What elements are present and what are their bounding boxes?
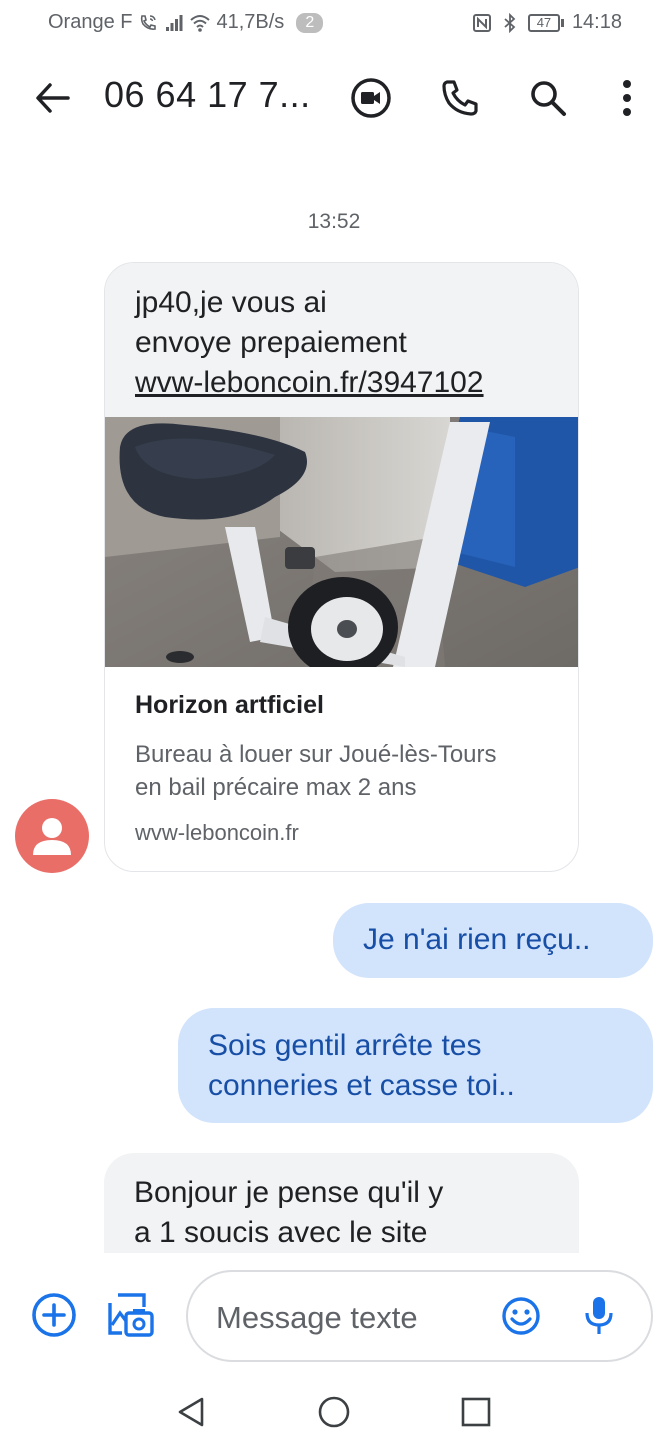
preview-desc-line: en bail précaire max 2 ans xyxy=(135,774,417,801)
contact-avatar[interactable] xyxy=(15,799,89,873)
message-line: Bonjour je pense qu'il y xyxy=(134,1176,444,1209)
message-line: conneries et casse toi.. xyxy=(208,1069,515,1102)
nav-recents-button[interactable] xyxy=(459,1395,493,1429)
wifi-icon xyxy=(190,14,211,32)
emoji-icon xyxy=(502,1297,540,1335)
app-bar: 06 64 17 7... xyxy=(0,46,668,146)
search-button[interactable] xyxy=(524,74,572,122)
nav-recents-icon xyxy=(461,1397,491,1427)
message-timestamp: 13:52 xyxy=(307,210,361,233)
message-line: envoye prepaiement xyxy=(135,326,407,359)
person-icon xyxy=(33,818,71,855)
network-speed: 41,7B/s xyxy=(216,11,285,33)
outgoing-message[interactable]: Sois gentil arrête tes conneries et cass… xyxy=(178,1008,653,1123)
back-button[interactable] xyxy=(30,76,74,120)
battery-icon: 47 xyxy=(527,13,564,32)
compose-bar: Message texte xyxy=(0,1253,668,1373)
add-circle-icon xyxy=(32,1293,76,1337)
add-attachment-button[interactable] xyxy=(30,1291,78,1339)
clock: 14:18 xyxy=(571,11,622,33)
message-input-placeholder: Message texte xyxy=(216,1300,418,1335)
nfc-icon xyxy=(472,13,491,32)
status-left: Orange F 41,7B/s 2 xyxy=(48,11,324,34)
phone-call-button[interactable] xyxy=(436,74,484,122)
wifi-calling-icon xyxy=(141,14,157,30)
carrier-name: Orange F xyxy=(48,11,133,33)
status-bar: Orange F 41,7B/s 2 47 14:18 xyxy=(0,0,668,46)
message-line: Sois gentil arrête tes xyxy=(208,1029,482,1062)
gallery-camera-button[interactable] xyxy=(106,1291,156,1341)
nav-home-icon xyxy=(318,1396,350,1428)
contact-title[interactable]: 06 64 17 7... xyxy=(104,74,311,116)
back-arrow-icon xyxy=(36,83,70,113)
signal-icon xyxy=(166,14,183,31)
notification-count-badge: 2 xyxy=(296,12,324,33)
message-line: jp40,je vous ai xyxy=(135,286,327,319)
video-call-button[interactable] xyxy=(347,74,395,122)
link-preview-description: Bureau à louer sur Joué-lès-Tours en bai… xyxy=(135,738,548,804)
message-line: a 1 soucis avec le site xyxy=(134,1216,428,1249)
more-options-button[interactable] xyxy=(603,74,651,122)
outgoing-message[interactable]: Je n'ai rien reçu.. xyxy=(333,903,653,978)
nav-back-button[interactable] xyxy=(174,1395,208,1429)
link-preview-image[interactable] xyxy=(105,417,579,667)
video-call-icon xyxy=(351,78,391,118)
link-preview-domain: wvw-leboncoin.fr xyxy=(135,820,299,845)
phone-icon xyxy=(442,80,478,116)
message-input[interactable]: Message texte xyxy=(186,1270,653,1362)
gallery-camera-icon xyxy=(108,1293,154,1337)
battery-level: 47 xyxy=(527,13,560,32)
message-link[interactable]: wvw-leboncoin.fr/3947102 xyxy=(135,363,548,403)
link-preview-title: Horizon artficiel xyxy=(135,691,324,719)
system-nav-bar xyxy=(0,1375,668,1447)
link-preview-body[interactable]: Horizon artficiel Bureau à louer sur Jou… xyxy=(105,667,578,846)
bluetooth-icon xyxy=(504,12,516,33)
nav-home-button[interactable] xyxy=(317,1395,351,1429)
incoming-message-with-link-preview[interactable]: jp40,je vous ai envoye prepaiement wvw-l… xyxy=(104,262,579,872)
emoji-button[interactable] xyxy=(500,1295,542,1337)
mic-icon xyxy=(585,1297,613,1334)
voice-input-button[interactable] xyxy=(581,1294,617,1338)
incoming-message-text: jp40,je vous ai envoye prepaiement wvw-l… xyxy=(105,263,578,417)
more-vert-icon xyxy=(623,80,631,116)
preview-desc-line: Bureau à louer sur Joué-lès-Tours xyxy=(135,741,497,768)
search-icon xyxy=(531,81,566,116)
nav-back-icon xyxy=(178,1397,204,1427)
status-right: 47 14:18 xyxy=(472,11,622,34)
